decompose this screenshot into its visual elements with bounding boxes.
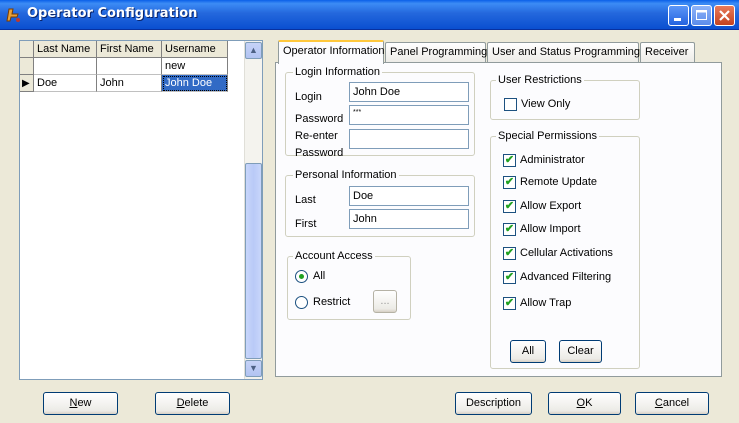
login-label: Login (295, 91, 322, 103)
radio-all[interactable] (295, 270, 308, 283)
reenter-label-line2: Password (295, 147, 344, 159)
scroll-thumb[interactable] (245, 163, 262, 359)
account-access-label: Account Access (293, 250, 375, 263)
allow-import-checkbox[interactable]: ✔ (503, 223, 516, 236)
new-button[interactable]: New (43, 392, 118, 415)
advanced-filtering-checkbox[interactable]: ✔ (503, 271, 516, 284)
view-only-checkbox[interactable] (504, 98, 517, 111)
close-icon (719, 10, 730, 21)
administrator-label[interactable]: Administrator (520, 154, 585, 167)
ok-button-label: K (585, 397, 593, 409)
minimize-button[interactable] (668, 5, 689, 26)
scroll-up-icon[interactable]: ▲ (245, 42, 262, 59)
operator-table[interactable]: Last Name First Name Username new ▶ Doe … (20, 41, 244, 379)
select-all-button[interactable]: All (510, 340, 546, 363)
minimize-icon (674, 18, 681, 21)
table-cell-username-selected[interactable]: John Doe (162, 75, 228, 92)
advanced-filtering-label[interactable]: Advanced Filtering (520, 271, 611, 284)
window-title: Operator Configuration (27, 6, 198, 21)
last-name-field[interactable]: Doe (349, 186, 469, 206)
current-row-indicator-icon[interactable]: ▶ (20, 75, 34, 92)
scroll-down-icon[interactable]: ▼ (245, 360, 262, 377)
allow-export-checkbox[interactable]: ✔ (503, 200, 516, 213)
allow-trap-label[interactable]: Allow Trap (520, 297, 571, 310)
table-cell-username[interactable]: new (162, 58, 228, 75)
radio-selected-dot (299, 274, 304, 279)
table-cell-first[interactable]: John (97, 75, 162, 92)
table-cell-last[interactable] (34, 58, 97, 75)
user-restrictions-label: User Restrictions (496, 74, 584, 87)
browse-accounts-button[interactable]: ... (373, 290, 397, 313)
cancel-button[interactable]: Cancel (635, 392, 709, 415)
personal-information-label: Personal Information (293, 169, 399, 182)
description-button[interactable]: Description (455, 392, 532, 415)
row-header-corner (20, 41, 34, 58)
cellular-activations-label[interactable]: Cellular Activations (520, 247, 613, 260)
cellular-activations-checkbox[interactable]: ✔ (503, 247, 516, 260)
administrator-checkbox[interactable]: ✔ (503, 154, 516, 167)
delete-button-mnemonic: D (176, 397, 185, 409)
allow-export-label[interactable]: Allow Export (520, 200, 581, 213)
delete-button[interactable]: Delete (155, 392, 230, 415)
remote-update-checkbox[interactable]: ✔ (503, 176, 516, 189)
maximize-button[interactable] (691, 5, 712, 26)
cancel-button-mnemonic: C (654, 397, 663, 409)
radio-restrict[interactable] (295, 296, 308, 309)
tab-user-and-status-programming[interactable]: User and Status Programming (487, 42, 640, 63)
new-button-label: ew (77, 397, 92, 409)
allow-trap-checkbox[interactable]: ✔ (503, 297, 516, 310)
remote-update-label[interactable]: Remote Update (520, 176, 597, 189)
table-cell-first[interactable] (97, 58, 162, 75)
ok-button-mnemonic: O (576, 397, 586, 409)
cancel-button-label: ancel (662, 397, 690, 409)
column-header-last-name[interactable]: Last Name (34, 41, 97, 58)
grid-vertical-scrollbar[interactable]: ▲ ▼ (244, 41, 262, 379)
last-name-label: Last (295, 194, 316, 206)
clear-button[interactable]: Clear (559, 340, 602, 363)
first-name-label: First (295, 218, 317, 230)
first-name-field[interactable]: John (349, 209, 469, 229)
ok-button[interactable]: OK (548, 392, 621, 415)
password-label: Password (295, 113, 344, 125)
password-field[interactable]: *** (349, 105, 469, 125)
view-only-label[interactable]: View Only (521, 98, 570, 111)
tab-panel-programming[interactable]: Panel Programming (385, 42, 487, 63)
table-cell-last[interactable]: Doe (34, 75, 97, 92)
app-logo-icon (6, 7, 22, 23)
delete-button-label: elete (184, 397, 209, 409)
allow-import-label[interactable]: Allow Import (520, 223, 581, 236)
tab-receiver[interactable]: Receiver (640, 42, 695, 63)
special-permissions-label: Special Permissions (496, 130, 600, 143)
radio-all-label[interactable]: All (313, 270, 325, 283)
tab-operator-information[interactable]: Operator Information (278, 40, 385, 64)
login-information-label: Login Information (293, 66, 382, 79)
row-selector[interactable] (20, 58, 34, 75)
maximize-icon (696, 10, 707, 20)
login-field[interactable]: John Doe (349, 82, 469, 102)
column-header-first-name[interactable]: First Name (97, 41, 162, 58)
reenter-password-field[interactable] (349, 129, 469, 149)
close-button[interactable] (714, 5, 735, 26)
radio-restrict-label[interactable]: Restrict (313, 296, 350, 309)
reenter-label-line1: Re-enter (295, 130, 338, 142)
column-header-username[interactable]: Username (162, 41, 228, 58)
